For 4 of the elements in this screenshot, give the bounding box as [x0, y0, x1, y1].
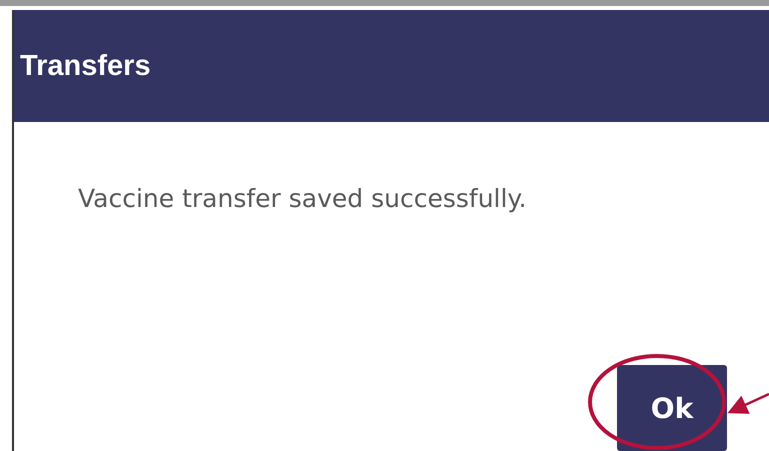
pointer-arrow — [727, 392, 769, 414]
dialog-message: Vaccine transfer saved successfully. — [78, 184, 528, 213]
ok-button[interactable]: Ok — [617, 365, 727, 451]
dialog-title: Transfers — [20, 50, 151, 82]
